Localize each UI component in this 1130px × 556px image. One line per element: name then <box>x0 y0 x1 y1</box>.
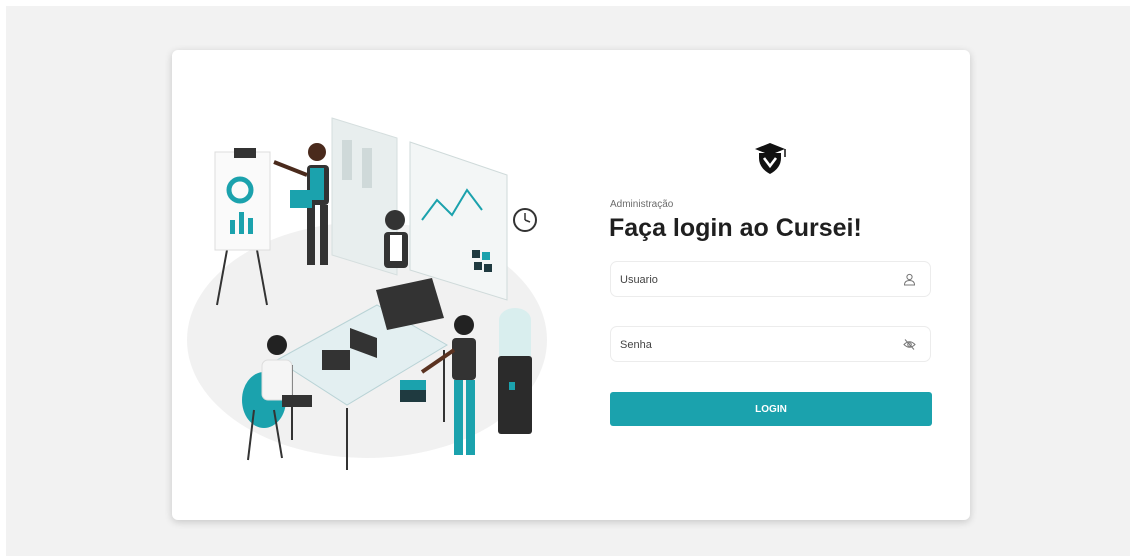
password-input[interactable] <box>618 327 892 363</box>
username-input[interactable] <box>618 262 892 298</box>
page-subtitle: Administração <box>610 199 674 210</box>
window-edge-left <box>0 0 6 556</box>
user-icon <box>903 273 916 286</box>
team-meeting-illustration <box>187 117 547 470</box>
window-edge-top <box>0 0 1130 6</box>
username-field[interactable] <box>610 261 931 298</box>
login-button[interactable]: LOGIN <box>610 392 932 426</box>
page-title: Faça login ao Cursei! <box>609 214 862 242</box>
login-card: Administração Faça login ao Cursei! LOGI… <box>172 50 970 520</box>
graduation-cap-shield-icon <box>755 143 786 174</box>
password-field[interactable] <box>610 326 931 363</box>
eye-slash-icon[interactable] <box>903 338 916 351</box>
